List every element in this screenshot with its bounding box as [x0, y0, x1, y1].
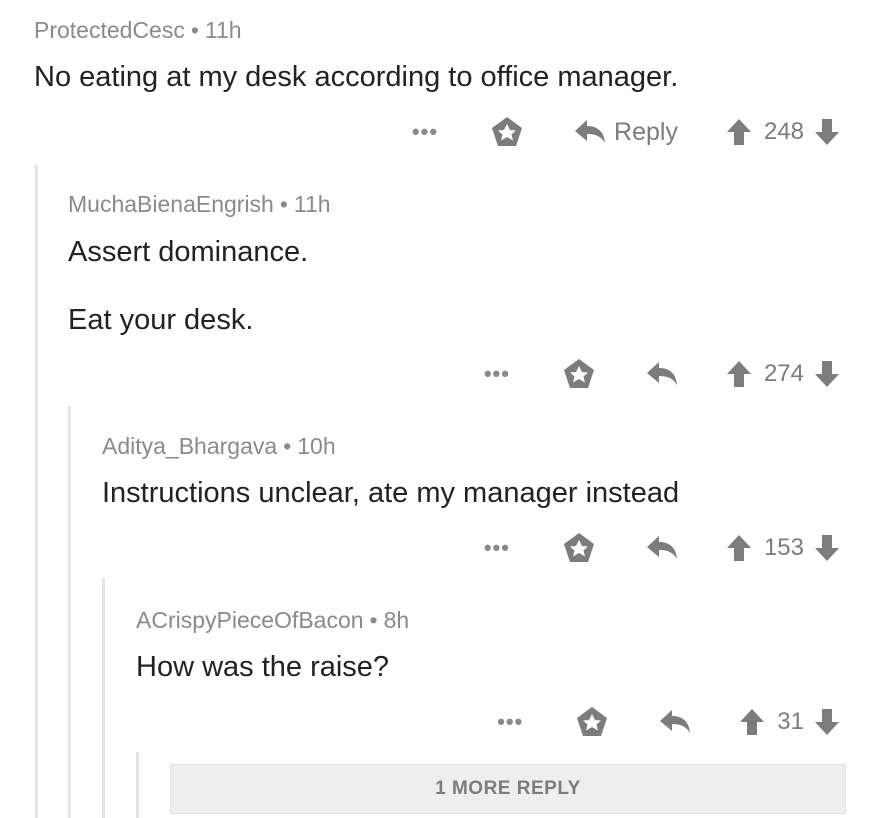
more-replies-label: 1 MORE REPLY — [435, 778, 581, 799]
comment-meta: MuchaBienaEngrish • 11h — [68, 191, 331, 218]
reply-arrow-icon — [646, 362, 677, 385]
comment-timestamp: 11h — [204, 17, 242, 43]
meta-separator: • — [190, 17, 199, 43]
comment-meta: ProtectedCesc • 11h — [34, 17, 242, 44]
comment-body-line: Assert dominance. — [68, 236, 309, 268]
downvote-arrow-icon[interactable] — [814, 708, 840, 736]
comment-meta: Aditya_Bhargava • 10h — [102, 433, 336, 460]
comment-author[interactable]: ACrispyPieceOfBacon — [136, 607, 364, 633]
more-options-icon[interactable]: ••• — [412, 121, 438, 143]
reply-arrow-icon — [646, 536, 677, 559]
reply-button[interactable] — [659, 709, 691, 735]
vote-score: 274 — [763, 360, 804, 387]
upvote-arrow-icon[interactable] — [739, 708, 765, 736]
comment-body: No eating at my desk according to office… — [34, 61, 679, 93]
vote-score: 153 — [763, 534, 804, 561]
comment-author[interactable]: Aditya_Bhargava — [102, 433, 277, 459]
comment-timestamp: 8h — [383, 607, 410, 633]
comment-actions: ••• 153 — [484, 528, 840, 568]
comment-body: Instructions unclear, ate my manager ins… — [102, 477, 680, 509]
comment-body-line: Eat your desk. — [68, 304, 254, 336]
more-options-icon[interactable]: ••• — [484, 363, 510, 385]
downvote-arrow-icon[interactable] — [814, 118, 840, 146]
save-star-icon[interactable] — [562, 531, 596, 565]
comment-author[interactable]: ProtectedCesc — [34, 17, 185, 43]
thread-line-depth-3 — [102, 578, 105, 818]
more-options-icon[interactable]: ••• — [484, 537, 510, 559]
downvote-arrow-icon[interactable] — [814, 534, 840, 562]
reply-button[interactable]: Reply — [574, 118, 678, 147]
comment-author[interactable]: MuchaBienaEngrish — [68, 191, 274, 217]
reply-button[interactable] — [646, 535, 678, 561]
upvote-arrow-icon[interactable] — [726, 118, 752, 146]
comment-timestamp: 10h — [297, 433, 336, 459]
save-star-icon[interactable] — [575, 705, 609, 739]
meta-separator: • — [279, 191, 288, 217]
reply-arrow-icon — [660, 710, 691, 733]
upvote-arrow-icon[interactable] — [726, 534, 752, 562]
comment-actions: ••• 274 — [484, 354, 840, 394]
vote-score: 248 — [763, 118, 804, 145]
comment-actions: ••• Reply 248 — [412, 112, 840, 152]
comment-meta: ACrispyPieceOfBacon • 8h — [136, 607, 409, 634]
thread-line-depth-1 — [35, 165, 38, 818]
more-options-icon[interactable]: ••• — [497, 711, 523, 733]
upvote-arrow-icon[interactable] — [726, 360, 752, 388]
reply-label: Reply — [614, 117, 678, 146]
more-replies-button[interactable]: 1 MORE REPLY — [170, 764, 846, 814]
reply-arrow-icon — [575, 120, 606, 143]
meta-separator: • — [283, 433, 292, 459]
save-star-icon[interactable] — [490, 115, 524, 149]
meta-separator: • — [369, 607, 378, 633]
thread-line-depth-4 — [136, 752, 139, 818]
save-star-icon[interactable] — [562, 357, 596, 391]
comment-actions: ••• 31 — [497, 702, 840, 742]
comment-body: How was the raise? — [136, 651, 390, 683]
vote-score: 31 — [777, 708, 804, 735]
thread-line-depth-2 — [68, 406, 71, 818]
downvote-arrow-icon[interactable] — [814, 360, 840, 388]
reply-button[interactable] — [646, 361, 678, 387]
comment-timestamp: 11h — [293, 191, 331, 217]
